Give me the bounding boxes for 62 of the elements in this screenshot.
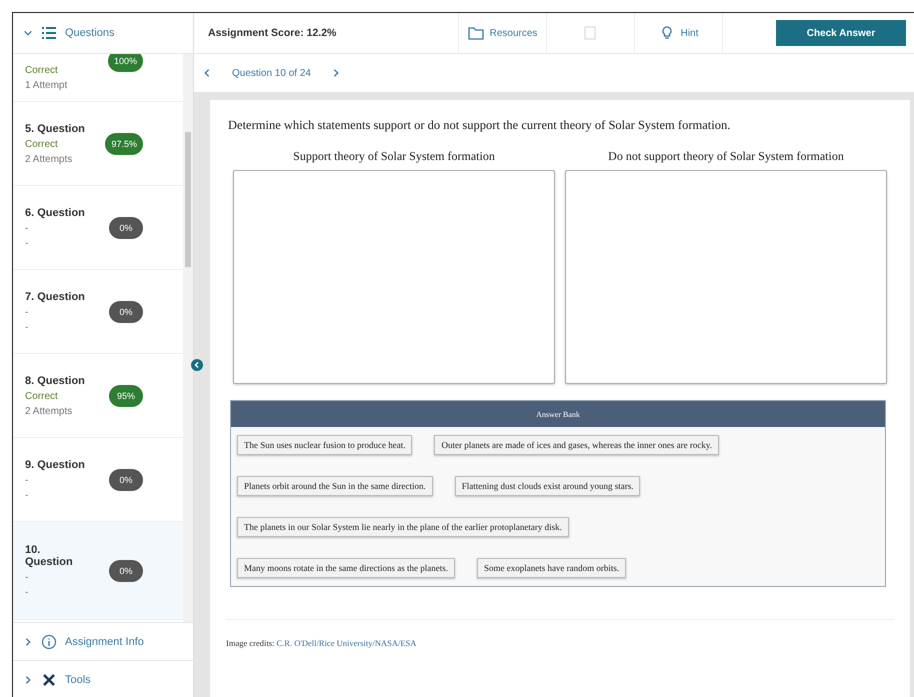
attempt-count: 2 Attempts (25, 154, 74, 164)
folder-icon (468, 26, 484, 40)
score-badge: 97.5% (105, 132, 143, 154)
score-badge: 0% (109, 300, 143, 322)
section-toggle[interactable]: Assignment Info (13, 622, 193, 660)
answer-chip[interactable]: Outer planets are made of ices and gases, whereas the inner ones are rocky. (434, 435, 720, 455)
question-status: Correct (25, 390, 59, 402)
drop-zone[interactable] (233, 170, 555, 384)
answer-chip[interactable]: Some exoplanets have random orbits. (476, 558, 626, 578)
answer-chip[interactable]: Flattening dust clouds exist around young stars. (454, 476, 640, 496)
list-icon (41, 26, 57, 40)
answer-chip[interactable]: Planets orbit around the Sun in the same direction. (237, 476, 433, 496)
question-counter[interactable]: Question 10 of 24 (232, 68, 311, 78)
answer-chip[interactable]: The Sun uses nuclear fusion to produce heat. (237, 435, 412, 455)
section-toggle[interactable]: Tools (13, 660, 193, 697)
collapse-icon[interactable] (191, 359, 203, 371)
score-badge: 0% (109, 216, 143, 238)
attempt-count: - (25, 238, 30, 248)
chevron-icon (23, 28, 33, 38)
question-status: - (25, 222, 30, 234)
question-title: 8. Question (25, 374, 85, 386)
bin-heading: Do not support theory of Solar System formation (608, 149, 844, 164)
question-status: - (25, 474, 30, 486)
answer-bank-title: Answer Bank (231, 401, 885, 427)
question-prompt: Determine which statements support or do not support the current theory of Solar System formation. (228, 118, 732, 133)
answer-chip[interactable]: The planets in our Solar System lie nearly in the plane of the earlier protoplanetary disk. (237, 517, 569, 537)
question-status: Correct (25, 65, 59, 76)
credits-link[interactable]: C.R. O'Dell/Rice University/NASA/ESA (276, 638, 416, 648)
chevron-icon (23, 636, 33, 646)
score-badge: 0% (109, 468, 143, 490)
question-item[interactable]: Correct 1 Attempt 100% (13, 54, 183, 102)
attempt-count: - (25, 322, 30, 332)
question-title: 7. Question (25, 290, 85, 302)
question-status: Correct (25, 138, 59, 150)
check-answer-button[interactable]: Check Answer (776, 20, 906, 46)
info-icon (41, 634, 57, 650)
question-status: - (25, 572, 30, 582)
section-label: Tools (65, 674, 91, 686)
question-title: 6. Question (25, 206, 85, 218)
panel-title: Questions (65, 27, 115, 39)
attempt-count: 1 Attempt (25, 80, 68, 91)
chevron-left-icon (202, 68, 212, 78)
score-badge: 0% (109, 560, 143, 582)
attempt-count: - (25, 586, 30, 598)
chevron-icon (23, 674, 33, 684)
question-title: 10. Question (25, 544, 74, 568)
question-title: 9. Question (25, 458, 85, 470)
answer-chip[interactable]: Many moons rotate in the same directions as the planets. (237, 558, 455, 578)
section-label: Assignment Info (65, 636, 144, 648)
tools-icon (41, 672, 57, 688)
question-status: - (25, 306, 30, 318)
attempt-count: - (25, 490, 30, 500)
question-item[interactable]: 10. Question - - 0% (13, 522, 183, 620)
image-credits: Image credits: C.R. O'Dell/Rice University/NASA/ESA (226, 638, 418, 648)
score-badge: 95% (109, 384, 143, 406)
document-icon (582, 26, 598, 40)
score-badge: 100% (108, 54, 143, 72)
bin-heading: Support theory of Solar System formation (293, 149, 495, 164)
drop-zone[interactable] (565, 170, 887, 384)
question-title: 5. Question (25, 122, 85, 134)
attempt-count: 2 Attempts (25, 406, 74, 416)
scrollbar[interactable] (183, 54, 193, 622)
